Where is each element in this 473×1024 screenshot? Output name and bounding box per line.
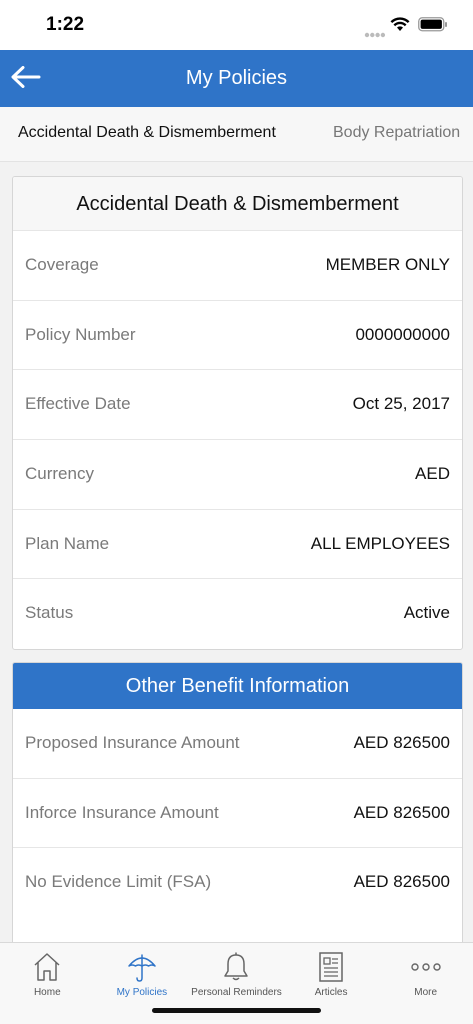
- row-value: Active: [403, 603, 450, 623]
- benefit-row-inforce-amount: Inforce Insurance Amount AED 826500: [13, 779, 462, 849]
- bell-icon: [221, 951, 251, 988]
- row-label: Currency: [25, 464, 94, 484]
- row-label: No Evidence Limit (FSA): [25, 872, 212, 892]
- row-value: AED 826500: [353, 733, 450, 752]
- policy-row-status: Status Active: [13, 579, 462, 649]
- row-value: AED 826500: [353, 872, 450, 892]
- tabbar-label: My Policies: [116, 987, 168, 998]
- tab-accidental-death[interactable]: Accidental Death & Dismemberment: [18, 124, 276, 142]
- row-value: MEMBER ONLY: [325, 255, 450, 274]
- tabbar-articles[interactable]: Articles: [284, 943, 379, 1003]
- page-title: My Policies: [185, 67, 288, 89]
- tabbar-my-policies[interactable]: My Policies: [95, 943, 190, 1003]
- policy-row-policy-number: Policy Number 0000000000: [13, 301, 462, 371]
- policy-row-coverage: Coverage MEMBER ONLY: [13, 231, 462, 301]
- tabbar-home[interactable]: Home: [0, 943, 95, 1003]
- tabbar-label: Articles: [314, 987, 348, 998]
- row-label: Inforce Insurance Amount: [25, 802, 219, 822]
- policy-tabs: Accidental Death & Dismemberment Body Re…: [0, 107, 473, 162]
- policy-row-effective-date: Effective Date Oct 25, 2017: [13, 370, 462, 441]
- benefit-row-proposed-amount: Proposed Insurance Amount AED 826500: [13, 709, 462, 779]
- row-label: Coverage: [25, 255, 99, 274]
- wifi-icon: [390, 16, 410, 37]
- tab-body-repatriation[interactable]: Body Repatriation: [333, 124, 460, 142]
- app-header: My Policies: [0, 50, 473, 107]
- tabbar-label: Personal Reminders: [191, 987, 282, 998]
- home-indicator: [152, 1008, 321, 1013]
- benefit-info-card: Other Benefit Information Proposed Insur…: [12, 662, 463, 952]
- row-value: AED 826500: [353, 802, 450, 822]
- row-label: Effective Date: [25, 394, 131, 414]
- article-icon: [316, 951, 346, 988]
- benefit-row-evidence-limit: No Evidence Limit (FSA) AED 826500: [13, 848, 462, 918]
- policy-row-plan-name: Plan Name ALL EMPLOYEES: [13, 510, 462, 580]
- benefit-card-title: Other Benefit Information: [13, 663, 462, 709]
- battery-icon: [418, 17, 448, 37]
- row-value: ALL EMPLOYEES: [310, 533, 450, 553]
- row-label: Policy Number: [25, 324, 136, 344]
- policy-details-card: Accidental Death & Dismemberment Coverag…: [12, 176, 463, 650]
- tabbar-more[interactable]: More: [378, 943, 473, 1003]
- status-bar: 1:22: [0, 0, 473, 50]
- tabbar-label: More: [414, 987, 438, 998]
- policy-row-currency: Currency AED: [13, 440, 462, 510]
- row-value: 0000000000: [355, 324, 450, 344]
- row-value: AED: [415, 464, 450, 484]
- row-label: Status: [25, 603, 74, 623]
- row-label: Plan Name: [25, 533, 110, 553]
- home-icon: [32, 951, 62, 988]
- row-value: Oct 25, 2017: [352, 394, 450, 414]
- policy-card-title: Accidental Death & Dismemberment: [13, 177, 462, 231]
- row-label: Proposed Insurance Amount: [25, 733, 240, 752]
- signal-icon: [364, 25, 386, 43]
- status-time: 1:22: [46, 14, 85, 35]
- more-icon: [409, 951, 443, 988]
- umbrella-icon: [127, 951, 157, 988]
- tabbar-label: Home: [33, 987, 61, 998]
- tabbar-personal-reminders[interactable]: Personal Reminders: [189, 943, 284, 1003]
